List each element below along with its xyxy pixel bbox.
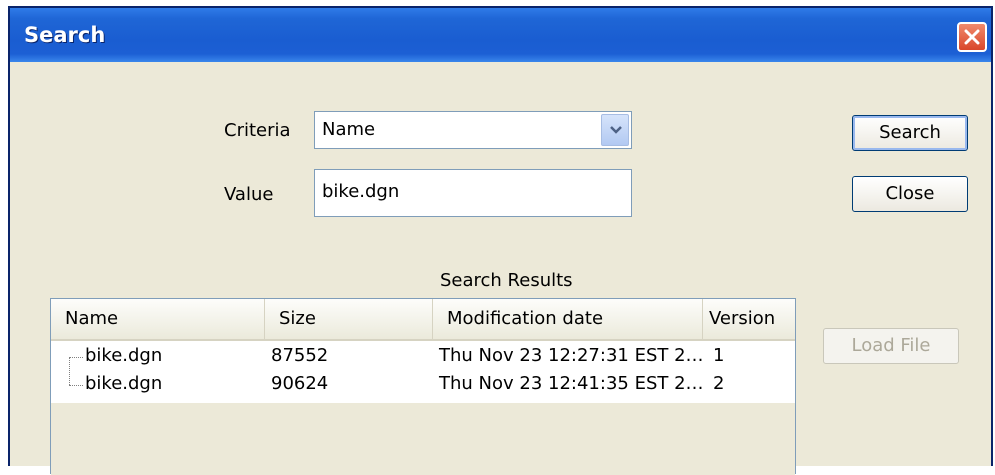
window-close-button[interactable] [957,22,987,52]
criteria-select[interactable]: Name [314,111,632,149]
search-results-caption: Search Results [440,270,573,291]
load-file-button[interactable]: Load File [823,328,959,364]
row-size: 90624 [271,373,329,394]
row-version: 2 [713,373,725,394]
tree-connector [69,385,83,386]
chevron-down-icon [610,126,622,134]
row-name: bike.dgn [85,373,163,394]
title-bar[interactable]: Search [10,8,991,62]
column-header-size[interactable]: Size [265,299,433,339]
search-results-list[interactable]: Name Size Modification date Version bike… [50,298,796,475]
close-button[interactable]: Close [852,176,968,212]
column-header-version[interactable]: Version [703,299,797,339]
value-input[interactable]: bike.dgn [314,169,632,217]
results-header: Name Size Modification date Version [51,299,795,341]
criteria-selected-value: Name [322,119,376,140]
results-body: bike.dgn 87552 Thu Nov 23 12:27:31 EST 2… [51,343,795,403]
row-size: 87552 [271,345,329,366]
value-label: Value [224,184,274,205]
tree-connector [69,357,83,358]
criteria-label: Criteria [224,120,291,141]
search-dialog: Search Criteria Name Value bike.dgn Sear… [8,6,993,475]
row-date: Thu Nov 23 12:41:35 EST 2… [439,373,704,394]
window-title: Search [24,23,106,47]
results-empty-area [51,403,795,475]
column-header-name[interactable]: Name [51,299,265,339]
row-date: Thu Nov 23 12:27:31 EST 2… [439,345,704,366]
search-button[interactable]: Search [852,115,968,151]
close-x-icon [964,29,980,45]
criteria-dropdown-button[interactable] [601,114,629,146]
tree-connector [69,357,70,385]
row-name: bike.dgn [85,345,163,366]
row-version: 1 [713,345,725,366]
column-header-modification-date[interactable]: Modification date [433,299,703,339]
